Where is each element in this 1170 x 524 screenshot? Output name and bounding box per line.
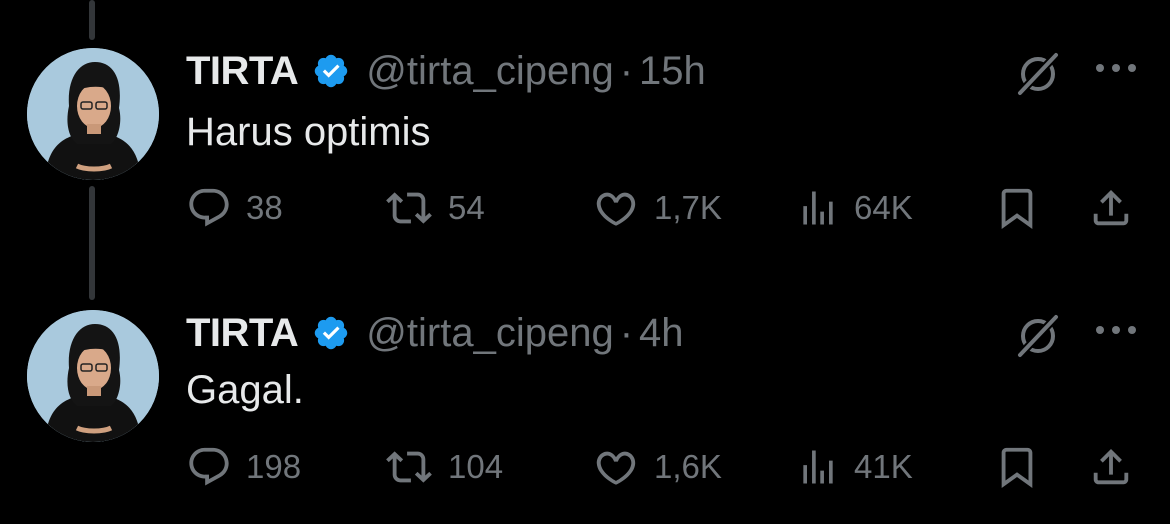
verified-badge-icon bbox=[315, 316, 348, 350]
separator-dot: · bbox=[619, 310, 634, 355]
bookmark-icon bbox=[1001, 447, 1033, 488]
grok-icon[interactable] bbox=[1014, 314, 1062, 358]
views-button[interactable]: 64K bbox=[796, 185, 913, 231]
more-icon[interactable] bbox=[1094, 62, 1138, 74]
action-bar: 198 104 1,6K 41K bbox=[186, 444, 1146, 494]
views-icon bbox=[803, 450, 833, 484]
share-button[interactable] bbox=[1088, 185, 1134, 231]
avatar[interactable] bbox=[27, 310, 159, 442]
reply-button[interactable]: 198 bbox=[186, 444, 301, 490]
tweet-header: TIRTA @tirta_cipeng · 4h bbox=[186, 308, 684, 358]
tweet[interactable]: TIRTA @tirta_cipeng · 4h Gagal. 198 104 … bbox=[0, 262, 1170, 524]
action-bar: 38 54 1,7K 64K bbox=[186, 185, 1146, 235]
reply-icon bbox=[189, 447, 229, 486]
bookmark-button[interactable] bbox=[994, 444, 1040, 490]
reply-icon bbox=[189, 188, 229, 227]
author-handle[interactable]: @tirta_cipeng bbox=[366, 311, 613, 356]
verified-badge-icon bbox=[315, 54, 348, 88]
share-icon bbox=[1093, 448, 1129, 485]
grok-icon[interactable] bbox=[1014, 52, 1062, 96]
like-icon bbox=[596, 451, 636, 485]
like-count: 1,7K bbox=[654, 189, 722, 226]
retweet-icon bbox=[386, 451, 432, 483]
share-button[interactable] bbox=[1088, 444, 1134, 490]
timestamp[interactable]: 4h bbox=[639, 311, 684, 356]
bookmark-button[interactable] bbox=[994, 185, 1040, 231]
tweet-text: Gagal. bbox=[186, 368, 304, 412]
retweet-button[interactable]: 54 bbox=[384, 185, 485, 231]
like-icon bbox=[596, 192, 636, 226]
reply-count: 198 bbox=[246, 448, 302, 485]
share-icon bbox=[1093, 189, 1129, 226]
author-name[interactable]: TIRTA bbox=[186, 311, 299, 356]
tweet-header: TIRTA @tirta_cipeng · 15h bbox=[186, 46, 706, 96]
like-count: 1,6K bbox=[654, 448, 722, 485]
timestamp[interactable]: 15h bbox=[639, 49, 706, 94]
tweet[interactable]: TIRTA @tirta_cipeng · 15h Harus optimis … bbox=[0, 0, 1170, 262]
retweet-button[interactable]: 104 bbox=[384, 444, 503, 490]
like-button[interactable]: 1,6K bbox=[592, 444, 722, 490]
retweet-count: 104 bbox=[448, 448, 504, 485]
reply-button[interactable]: 38 bbox=[186, 185, 283, 231]
retweet-icon bbox=[386, 192, 432, 224]
retweet-count: 54 bbox=[448, 189, 485, 226]
bookmark-icon bbox=[1001, 188, 1033, 229]
author-handle[interactable]: @tirta_cipeng bbox=[366, 49, 613, 94]
like-button[interactable]: 1,7K bbox=[592, 185, 722, 231]
avatar[interactable] bbox=[27, 48, 159, 180]
views-count: 64K bbox=[854, 189, 913, 226]
separator-dot: · bbox=[619, 48, 634, 93]
views-button[interactable]: 41K bbox=[796, 444, 913, 490]
reply-count: 38 bbox=[246, 189, 283, 226]
tweet-text: Harus optimis bbox=[186, 110, 431, 154]
more-icon[interactable] bbox=[1094, 324, 1138, 336]
views-count: 41K bbox=[854, 448, 913, 485]
author-name[interactable]: TIRTA bbox=[186, 49, 299, 94]
views-icon bbox=[803, 191, 833, 225]
